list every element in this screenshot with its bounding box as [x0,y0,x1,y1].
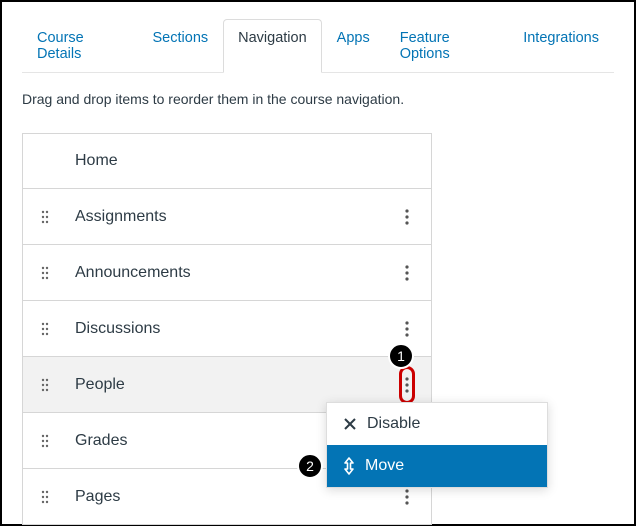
nav-label: Assignments [75,208,393,226]
nav-label: People [75,376,393,394]
drag-handle-icon[interactable] [41,378,49,392]
tab-course-details[interactable]: Course Details [22,19,138,73]
close-icon [343,417,357,431]
tab-sections[interactable]: Sections [138,19,224,73]
callout-badge-2: 2 [297,453,323,479]
drag-handle-icon[interactable] [41,434,49,448]
menu-item-label: Move [365,457,531,475]
tab-apps[interactable]: Apps [322,19,385,73]
options-icon[interactable] [399,259,415,287]
drag-handle-icon[interactable] [41,490,49,504]
nav-row-home[interactable]: Home [23,133,431,189]
options-icon[interactable] [399,315,415,343]
tab-integrations[interactable]: Integrations [508,19,614,73]
menu-item-disable[interactable]: Disable [327,403,547,445]
nav-label: Pages [75,488,393,506]
move-up-down-icon [343,457,355,475]
menu-item-move[interactable]: 2 Move [327,445,547,487]
nav-row-assignments[interactable]: Assignments [23,189,431,245]
settings-tabs: Course Details Sections Navigation Apps … [22,18,614,73]
nav-label: Discussions [75,320,393,338]
options-menu: Disable 2 Move [326,402,548,488]
tab-navigation[interactable]: Navigation [223,19,322,73]
callout-badge-1: 1 [388,343,414,369]
nav-row-discussions[interactable]: Discussions [23,301,431,357]
menu-item-label: Disable [367,415,531,433]
nav-label: Home [75,152,421,170]
drag-handle-icon[interactable] [41,210,49,224]
settings-frame: Course Details Sections Navigation Apps … [0,0,636,526]
tab-feature-options[interactable]: Feature Options [385,19,509,73]
nav-label: Announcements [75,264,393,282]
options-icon[interactable]: 1 [399,366,415,404]
helper-text: Drag and drop items to reorder them in t… [22,91,614,107]
drag-handle-icon[interactable] [41,322,49,336]
drag-handle-icon[interactable] [41,266,49,280]
nav-row-announcements[interactable]: Announcements [23,245,431,301]
options-icon[interactable] [399,203,415,231]
